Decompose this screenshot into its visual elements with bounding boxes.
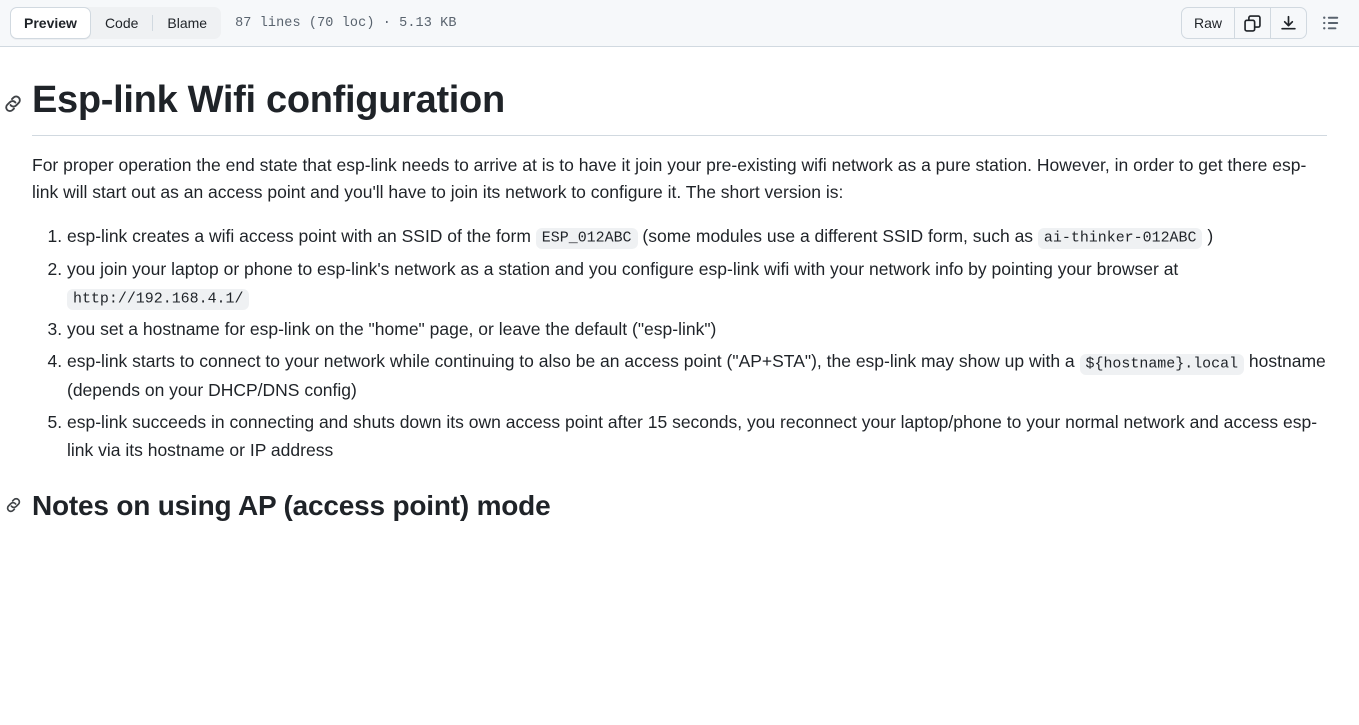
tab-preview[interactable]: Preview	[10, 7, 91, 39]
markdown-content: Esp-link Wifi configuration For proper o…	[5, 77, 1327, 523]
section-heading-ap-mode: Notes on using AP (access point) mode	[6, 488, 1327, 523]
page-title: Esp-link Wifi configuration	[5, 77, 1327, 136]
markdown-body: Esp-link Wifi configuration For proper o…	[0, 47, 1359, 523]
intro-paragraph: For proper operation the end state that …	[32, 154, 1307, 203]
file-meta-text: 87 lines (70 loc) · 5.13 KB	[235, 15, 457, 31]
file-actions-button-group: Raw	[1180, 7, 1307, 39]
tab-blame[interactable]: Blame	[153, 7, 221, 39]
page-title-text: Esp-link Wifi configuration	[32, 79, 505, 121]
view-mode-segmented-control: Preview Code Blame	[10, 7, 222, 39]
download-icon	[1280, 15, 1297, 32]
link-anchor-icon[interactable]	[4, 495, 23, 514]
toggle-outline-button[interactable]	[1315, 7, 1347, 39]
step-list-item: esp-link succeeds in connecting and shut…	[67, 409, 1327, 464]
step-list-item: esp-link starts to connect to your netwo…	[67, 348, 1327, 404]
steps-list: esp-link creates a wifi access point wit…	[32, 223, 1327, 465]
copy-icon	[1244, 14, 1261, 32]
inline-code: ${hostname}.local	[1079, 353, 1245, 376]
inline-code: ESP_012ABC	[535, 228, 638, 250]
inline-code: http://192.168.4.1/	[67, 288, 250, 311]
file-header-bar: Preview Code Blame 87 lines (70 loc) · 5…	[0, 0, 1359, 47]
step-list-item: esp-link creates a wifi access point wit…	[67, 223, 1327, 252]
download-button[interactable]	[1270, 8, 1306, 38]
copy-raw-button[interactable]	[1234, 8, 1270, 38]
inline-code: ai-thinker-012ABC	[1037, 228, 1203, 250]
tab-code[interactable]: Code	[91, 7, 152, 39]
link-anchor-icon[interactable]	[2, 93, 24, 115]
outline-list-icon	[1322, 14, 1340, 32]
section-heading-text: Notes on using AP (access point) mode	[32, 490, 551, 522]
step-list-item: you set a hostname for esp-link on the "…	[67, 316, 1327, 344]
header-actions: Raw	[1180, 7, 1347, 39]
raw-button[interactable]: Raw	[1182, 8, 1234, 38]
step-list-item: you join your laptop or phone to esp-lin…	[67, 256, 1327, 312]
